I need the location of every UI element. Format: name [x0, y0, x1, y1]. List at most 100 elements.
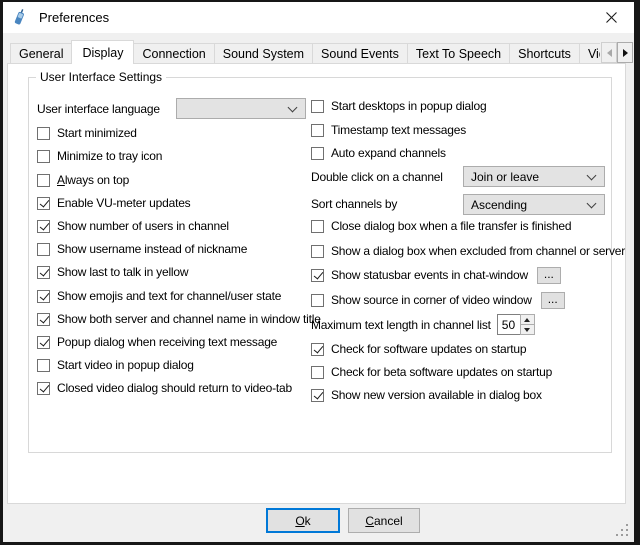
row-show-statusbar-events: Show statusbar events in chat-window ...	[311, 265, 561, 285]
tab-video[interactable]: Video	[579, 43, 600, 64]
tab-label: Connection	[142, 47, 205, 61]
checkbox-label: Show emojis and text for channel/user st…	[57, 289, 281, 303]
double-click-combobox[interactable]: Join or leave	[463, 166, 605, 187]
checkbox-label: Show statusbar events in chat-window	[331, 268, 528, 282]
checkbox-label: Check for software updates on startup	[331, 342, 526, 356]
checkbox-label: Popup dialog when receiving text message	[57, 335, 277, 349]
checkbox-label: Always on top	[57, 173, 129, 187]
checkbox-label: Show number of users in channel	[57, 219, 229, 233]
checkbox-start-video-popup[interactable]	[37, 359, 50, 372]
checkbox-show-user-count[interactable]	[37, 220, 50, 233]
max-text-length-row: Maximum text length in channel list 50	[311, 314, 535, 335]
checkbox-label: Minimize to tray icon	[57, 149, 162, 163]
tab-general[interactable]: General	[10, 43, 72, 64]
language-label: User interface language	[37, 102, 160, 116]
checkbox-auto-expand-channels[interactable]	[311, 147, 324, 160]
checkbox-show-last-talk[interactable]	[37, 266, 50, 279]
checkbox-close-filetransfer-dialog[interactable]	[311, 220, 324, 233]
checkbox-check-beta-updates[interactable]	[311, 366, 324, 379]
checkbox-label: Start minimized	[57, 126, 137, 140]
checkbox-show-statusbar-events[interactable]	[311, 269, 324, 282]
checkbox-popup-text-message[interactable]	[37, 336, 50, 349]
max-text-length-input[interactable]: 50	[497, 314, 521, 335]
row-popup-text-message: Popup dialog when receiving text message	[37, 332, 277, 352]
checkbox-show-emojis[interactable]	[37, 290, 50, 303]
group-title: User Interface Settings	[36, 70, 166, 84]
checkbox-show-username[interactable]	[37, 243, 50, 256]
ok-button[interactable]: Ok	[266, 508, 340, 533]
row-enable-vu-meter: Enable VU-meter updates	[37, 193, 190, 213]
checkbox-label: Close dialog box when a file transfer is…	[331, 219, 571, 233]
preferences-dialog: Preferences General Display Connection S…	[3, 2, 634, 542]
tab-sound-events[interactable]: Sound Events	[312, 43, 408, 64]
spin-down-button[interactable]	[520, 324, 535, 335]
sort-channels-combobox[interactable]: Ascending	[463, 194, 605, 215]
checkbox-timestamp-messages[interactable]	[311, 124, 324, 137]
checkbox-always-on-top[interactable]	[37, 174, 50, 187]
ok-button-label: Ok	[295, 514, 310, 528]
checkbox-label: Show username instead of nickname	[57, 242, 247, 256]
row-show-video-source: Show source in corner of video window ..…	[311, 290, 565, 310]
checkbox-closed-video-return[interactable]	[37, 382, 50, 395]
title-bar[interactable]: Preferences	[3, 2, 634, 33]
checkbox-enable-vu-meter[interactable]	[37, 197, 50, 210]
row-close-filetransfer-dialog: Close dialog box when a file transfer is…	[311, 216, 571, 236]
tab-connection[interactable]: Connection	[133, 43, 214, 64]
row-start-minimized: Start minimized	[37, 123, 137, 143]
cancel-button[interactable]: Cancel	[348, 508, 420, 533]
checkbox-label: Show both server and channel name in win…	[57, 312, 321, 326]
spin-down-icon	[524, 328, 530, 332]
tab-sound-system[interactable]: Sound System	[214, 43, 313, 64]
row-minimize-to-tray: Minimize to tray icon	[37, 146, 162, 166]
row-start-video-popup: Start video in popup dialog	[37, 355, 194, 375]
checkbox-label: Show new version available in dialog box	[331, 388, 542, 402]
checkbox-server-channel-title[interactable]	[37, 313, 50, 326]
user-interface-settings-group: User Interface Settings User interface l…	[28, 77, 612, 453]
sort-channels-row: Sort channels by	[311, 194, 397, 214]
tab-text-to-speech[interactable]: Text To Speech	[407, 43, 510, 64]
tab-display[interactable]: Display	[71, 40, 134, 64]
tab-label: Sound System	[223, 47, 304, 61]
row-show-new-version: Show new version available in dialog box	[311, 385, 542, 405]
video-source-config-button[interactable]: ...	[541, 292, 565, 309]
checkbox-label: Start desktops in popup dialog	[331, 99, 486, 113]
combo-value: Ascending	[471, 198, 527, 212]
checkbox-start-minimized[interactable]	[37, 127, 50, 140]
checkbox-label: Show source in corner of video window	[331, 293, 532, 307]
display-tab-page: User Interface Settings User interface l…	[7, 63, 626, 504]
tab-label: Shortcuts	[518, 47, 571, 61]
tab-scroll-left-button[interactable]	[601, 42, 617, 63]
row-timestamp-messages: Timestamp text messages	[311, 120, 466, 140]
combo-value: Join or leave	[471, 170, 539, 184]
checkbox-show-excluded-dialog[interactable]	[311, 245, 324, 258]
checkbox-check-updates[interactable]	[311, 343, 324, 356]
close-button[interactable]	[589, 2, 634, 33]
row-show-user-count: Show number of users in channel	[37, 216, 229, 236]
row-check-beta-updates: Check for beta software updates on start…	[311, 362, 552, 382]
row-auto-expand-channels: Auto expand channels	[311, 143, 446, 163]
tab-label: Display	[82, 46, 123, 60]
resize-grip[interactable]	[616, 524, 630, 538]
tab-shortcuts[interactable]: Shortcuts	[509, 43, 580, 64]
sort-channels-label: Sort channels by	[311, 197, 397, 211]
row-start-desktops-popup: Start desktops in popup dialog	[311, 96, 486, 116]
spin-up-icon	[524, 318, 530, 322]
checkbox-show-video-source[interactable]	[311, 294, 324, 307]
row-show-emojis: Show emojis and text for channel/user st…	[37, 286, 281, 306]
checkbox-label: Timestamp text messages	[331, 123, 466, 137]
window-title: Preferences	[39, 10, 109, 25]
chevron-down-icon	[288, 103, 298, 113]
cancel-button-label: Cancel	[365, 514, 402, 528]
checkbox-start-desktops-popup[interactable]	[311, 100, 324, 113]
checkbox-label: Check for beta software updates on start…	[331, 365, 552, 379]
statusbar-events-config-button[interactable]: ...	[537, 267, 561, 284]
checkbox-show-new-version[interactable]	[311, 389, 324, 402]
tab-scroll-right-button[interactable]	[617, 42, 633, 63]
row-always-on-top: Always on top	[37, 170, 129, 190]
language-combobox[interactable]	[176, 98, 306, 119]
tab-bar: General Display Connection Sound System …	[10, 40, 600, 64]
checkbox-label: Enable VU-meter updates	[57, 196, 190, 210]
tab-label: General	[19, 47, 63, 61]
checkbox-minimize-to-tray[interactable]	[37, 150, 50, 163]
double-click-row: Double click on a channel	[311, 167, 443, 187]
